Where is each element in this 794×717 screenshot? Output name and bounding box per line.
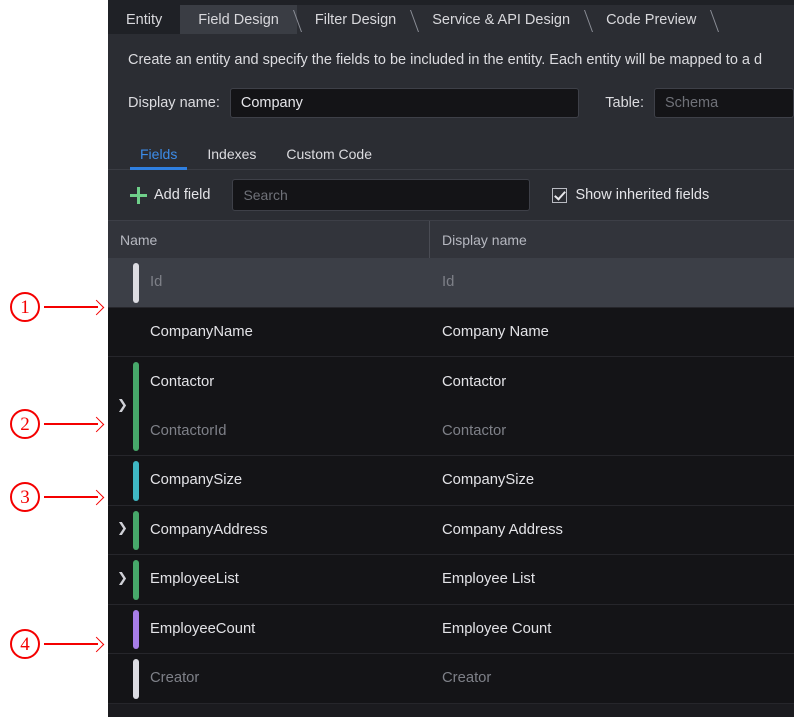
cell-field-name: Id bbox=[150, 274, 163, 291]
tab-service-api-design[interactable]: Service & API Design bbox=[414, 5, 588, 34]
annotation-arrow-icon bbox=[44, 423, 102, 425]
annotation-arrow-icon bbox=[44, 496, 102, 498]
subtab-fields[interactable]: Fields bbox=[130, 146, 188, 170]
annotation-marker-3: 3 bbox=[10, 480, 102, 514]
subtab-custom-code[interactable]: Custom Code bbox=[276, 146, 382, 169]
column-header-name[interactable]: Name bbox=[108, 221, 430, 258]
table-row[interactable]: Contactor Contactor bbox=[108, 357, 794, 407]
subtab-indexes[interactable]: Indexes bbox=[197, 146, 266, 169]
annotation-number: 4 bbox=[10, 629, 40, 659]
tab-code-preview[interactable]: Code Preview bbox=[588, 5, 714, 34]
annotation-number: 3 bbox=[10, 482, 40, 512]
table-input[interactable]: Schema bbox=[654, 88, 794, 118]
table-row[interactable]: Creator Creator bbox=[108, 654, 794, 704]
main-tab-strip: Entity Field Design Filter Design Service &… bbox=[108, 0, 794, 34]
tab-entity[interactable]: Entity bbox=[108, 5, 181, 34]
expand-chevron-icon[interactable]: ❯ bbox=[117, 399, 129, 412]
field-group: ❯ CompanyAddress Company Address bbox=[108, 506, 794, 555]
table-label: Table: bbox=[605, 95, 644, 111]
add-field-label: Add field bbox=[154, 187, 211, 203]
annotation-number: 2 bbox=[10, 409, 40, 439]
column-header-display-name[interactable]: Display name bbox=[430, 221, 794, 258]
tab-label: Field Design bbox=[198, 11, 279, 28]
cell-field-name: EmployeeList bbox=[150, 571, 239, 588]
screenshot-root: 1 2 3 4 Entity Field Design Filter Design Serv… bbox=[0, 0, 794, 717]
cell-display-name: CompanySize bbox=[442, 472, 535, 489]
cell-display-name: Id bbox=[442, 274, 455, 291]
field-type-color-bar bbox=[133, 510, 139, 550]
cell-display-name: Employee Count bbox=[442, 620, 552, 637]
annotation-number: 1 bbox=[10, 292, 40, 322]
entity-name-bar: Display name: Company Table: Schema bbox=[108, 84, 794, 134]
field-group: Creator Creator bbox=[108, 654, 794, 704]
annotation-arrow-icon bbox=[44, 643, 102, 645]
field-type-color-bar bbox=[133, 560, 139, 600]
field-group: EmployeeCount Employee Count bbox=[108, 605, 794, 654]
fields-grid-header: Name Display name bbox=[108, 220, 794, 258]
cell-field-name: CompanyName bbox=[150, 323, 253, 340]
field-group: CompanyName Company Name bbox=[108, 308, 794, 357]
fields-toolbar: Add field Search Show inherited fields bbox=[108, 170, 794, 220]
show-inherited-fields-toggle[interactable]: Show inherited fields bbox=[552, 187, 709, 203]
entity-designer-panel: Entity Field Design Filter Design Service &… bbox=[108, 0, 794, 717]
fields-grid-body: Id Id CompanyName Company Name ❯ Contactor Con… bbox=[108, 258, 794, 704]
cell-field-name: EmployeeCount bbox=[150, 620, 256, 637]
field-type-color-bar bbox=[133, 263, 139, 303]
field-type-color-bar bbox=[133, 362, 139, 451]
table-row[interactable]: EmployeeCount Employee Count bbox=[108, 605, 794, 654]
table-row[interactable]: EmployeeList Employee List bbox=[108, 555, 794, 605]
tab-label: Entity bbox=[126, 11, 163, 28]
field-group: ❯ EmployeeList Employee List bbox=[108, 555, 794, 605]
sub-tab-strip: Fields Indexes Custom Code bbox=[108, 134, 794, 170]
display-name-label: Display name: bbox=[128, 95, 220, 111]
tab-label: Filter Design bbox=[314, 11, 397, 28]
panel-description: Create an entity and specify the fields … bbox=[108, 34, 794, 84]
cell-display-name: Contactor bbox=[442, 422, 507, 439]
tab-filter-design[interactable]: Filter Design bbox=[297, 5, 414, 34]
table-field-wrap: Table: Schema bbox=[605, 88, 794, 118]
annotation-gutter: 1 2 3 4 bbox=[0, 0, 108, 717]
tab-label: Code Preview bbox=[606, 11, 697, 28]
field-type-color-bar bbox=[133, 461, 139, 501]
cell-display-name: Company Address bbox=[442, 521, 563, 538]
field-type-color-bar bbox=[133, 659, 139, 699]
show-inherited-label: Show inherited fields bbox=[575, 187, 710, 203]
cell-field-name: ContactorId bbox=[150, 422, 227, 439]
table-row[interactable]: CompanySize CompanySize bbox=[108, 456, 794, 506]
field-group: Id Id bbox=[108, 258, 794, 308]
cell-field-name: CompanyAddress bbox=[150, 521, 268, 538]
cell-field-name: CompanySize bbox=[150, 472, 243, 489]
field-group: ❯ Contactor Contactor ContactorId Contactor bbox=[108, 357, 794, 456]
add-field-button[interactable]: Add field bbox=[130, 186, 211, 204]
show-inherited-checkbox[interactable] bbox=[552, 187, 568, 203]
annotation-marker-4: 4 bbox=[10, 627, 102, 661]
table-row[interactable]: Id Id bbox=[108, 258, 794, 308]
plus-icon bbox=[130, 186, 147, 204]
tab-field-design[interactable]: Field Design bbox=[180, 5, 297, 34]
field-type-color-bar bbox=[133, 609, 139, 649]
cell-display-name: Creator bbox=[442, 670, 492, 687]
table-row[interactable]: CompanyName Company Name bbox=[108, 308, 794, 357]
cell-display-name: Company Name bbox=[442, 323, 549, 340]
search-input[interactable]: Search bbox=[232, 179, 531, 211]
cell-display-name: Employee List bbox=[442, 571, 535, 588]
annotation-marker-1: 1 bbox=[10, 290, 102, 324]
annotation-arrow-icon bbox=[44, 306, 102, 308]
tab-label: Service & API Design bbox=[432, 11, 571, 28]
table-row[interactable]: CompanyAddress Company Address bbox=[108, 506, 794, 555]
expand-chevron-icon[interactable]: ❯ bbox=[117, 522, 129, 535]
expand-chevron-icon[interactable]: ❯ bbox=[117, 572, 129, 585]
display-name-input[interactable]: Company bbox=[229, 88, 580, 118]
annotation-marker-2: 2 bbox=[10, 407, 102, 441]
field-group: CompanySize CompanySize bbox=[108, 456, 794, 506]
cell-field-name: Contactor bbox=[150, 373, 215, 390]
cell-display-name: Contactor bbox=[442, 373, 507, 390]
table-row[interactable]: ContactorId Contactor bbox=[108, 407, 794, 456]
cell-field-name: Creator bbox=[150, 670, 200, 687]
